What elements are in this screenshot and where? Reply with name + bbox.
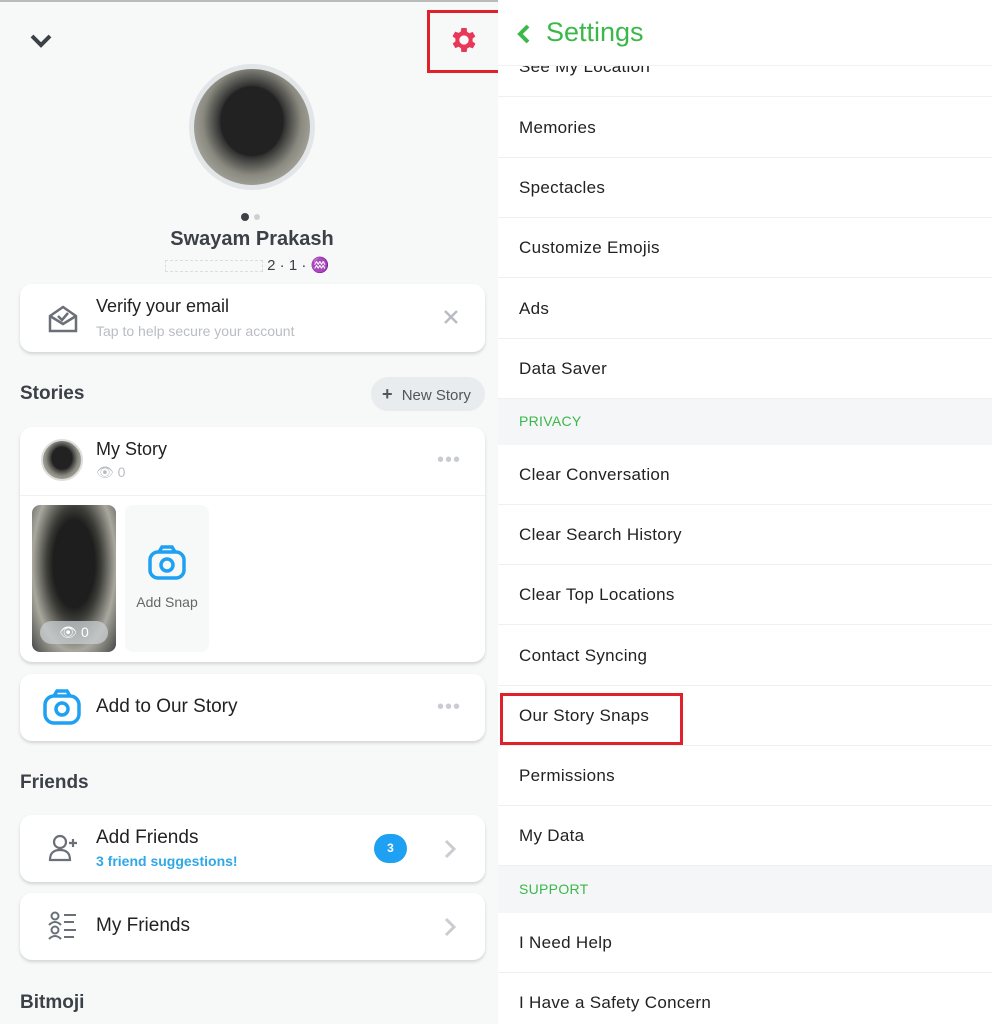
suggestion-count-badge: 3 xyxy=(374,834,407,863)
back-chevron-icon[interactable] xyxy=(517,24,531,49)
privacy-header: PRIVACY xyxy=(498,398,992,445)
settings-item-clear-top-locations[interactable]: Clear Top Locations xyxy=(498,565,992,626)
my-story-title[interactable]: My Story xyxy=(96,439,167,460)
my-friends-card[interactable]: My Friends xyxy=(20,893,485,960)
settings-item-i-need-help[interactable]: I Need Help xyxy=(498,913,992,973)
new-story-label: New Story xyxy=(401,387,471,404)
bitmoji-heading: Bitmoji xyxy=(20,992,85,1013)
settings-item-permissions[interactable]: Permissions xyxy=(498,746,992,806)
settings-item-clear-search-history[interactable]: Clear Search History xyxy=(498,505,992,566)
my-friends-title: My Friends xyxy=(96,915,190,936)
friends-list-icon xyxy=(48,911,78,946)
camera-icon xyxy=(42,688,82,731)
settings-item-clear-conversation[interactable]: Clear Conversation xyxy=(498,445,992,505)
snap-views-pill: 👁 0 xyxy=(40,621,108,644)
support-header: SUPPORT xyxy=(498,866,992,913)
my-story-views: 👁 0 xyxy=(96,464,126,480)
my-story-avatar[interactable] xyxy=(41,439,83,481)
settings-item-data-saver[interactable]: Data Saver xyxy=(498,339,992,399)
redacted-username xyxy=(165,260,263,273)
profile-meta-text: 2 · 1 · ♒ xyxy=(267,257,330,274)
add-to-our-story-label: Add to Our Story xyxy=(96,696,238,717)
profile-avatar[interactable] xyxy=(189,64,315,190)
add-snap-label: Add Snap xyxy=(136,594,198,610)
add-friends-title: Add Friends xyxy=(96,827,199,848)
divider xyxy=(20,495,485,496)
plus-icon: + xyxy=(382,384,393,404)
settings-item-my-data[interactable]: My Data xyxy=(498,806,992,867)
stories-heading: Stories xyxy=(20,383,85,404)
settings-panel: See My Location Settings PRIVACY SUPPORT… xyxy=(498,0,992,1024)
settings-item-memories[interactable]: Memories xyxy=(498,98,992,158)
settings-item-customize-emojis[interactable]: Customize Emojis xyxy=(498,218,992,279)
camera-icon xyxy=(147,545,187,586)
profile-meta: 2 · 1 · ♒ xyxy=(165,256,329,274)
our-story-snaps-highlight-box xyxy=(500,693,683,745)
more-options-icon[interactable]: ••• xyxy=(437,696,461,719)
close-icon[interactable] xyxy=(442,308,460,331)
new-story-button[interactable]: + New Story xyxy=(371,377,485,411)
my-story-card: My Story 👁 0 ••• 👁 0 Add Snap xyxy=(20,427,485,662)
eye-icon: 👁 xyxy=(96,464,114,480)
envelope-check-icon xyxy=(47,304,79,339)
friend-suggestions-text: 3 friend suggestions! xyxy=(96,853,238,869)
gear-highlight-box xyxy=(427,10,502,73)
collapse-chevron-icon[interactable] xyxy=(28,30,54,50)
chevron-right-icon xyxy=(444,839,457,864)
page-dots xyxy=(241,213,265,221)
add-friends-card[interactable]: Add Friends 3 friend suggestions! 3 xyxy=(20,815,485,882)
add-friend-icon xyxy=(48,833,78,868)
settings-title: Settings xyxy=(546,17,644,47)
profile-name: Swayam Prakash xyxy=(170,228,334,250)
settings-item-spectacles[interactable]: Spectacles xyxy=(498,158,992,219)
add-to-our-story-card[interactable]: Add to Our Story ••• xyxy=(20,674,485,741)
more-options-icon[interactable]: ••• xyxy=(437,449,461,472)
chevron-right-icon xyxy=(444,917,457,942)
settings-header: Settings xyxy=(498,0,992,66)
story-snap-thumbnail[interactable]: 👁 0 xyxy=(32,505,116,652)
settings-item-ads[interactable]: Ads xyxy=(498,279,992,339)
settings-item-contact-syncing[interactable]: Contact Syncing xyxy=(498,626,992,686)
profile-panel: Swayam Prakash 2 · 1 · ♒ Verify your ema… xyxy=(0,0,502,1024)
add-snap-button[interactable]: Add Snap xyxy=(125,505,209,652)
verify-subtitle: Tap to help secure your account xyxy=(96,323,295,339)
verify-email-card[interactable]: Verify your email Tap to help secure you… xyxy=(20,284,485,352)
friends-heading: Friends xyxy=(20,772,89,793)
settings-item-i-have-a-safety-concern[interactable]: I Have a Safety Concern xyxy=(498,973,992,1024)
verify-title: Verify your email xyxy=(96,296,230,316)
